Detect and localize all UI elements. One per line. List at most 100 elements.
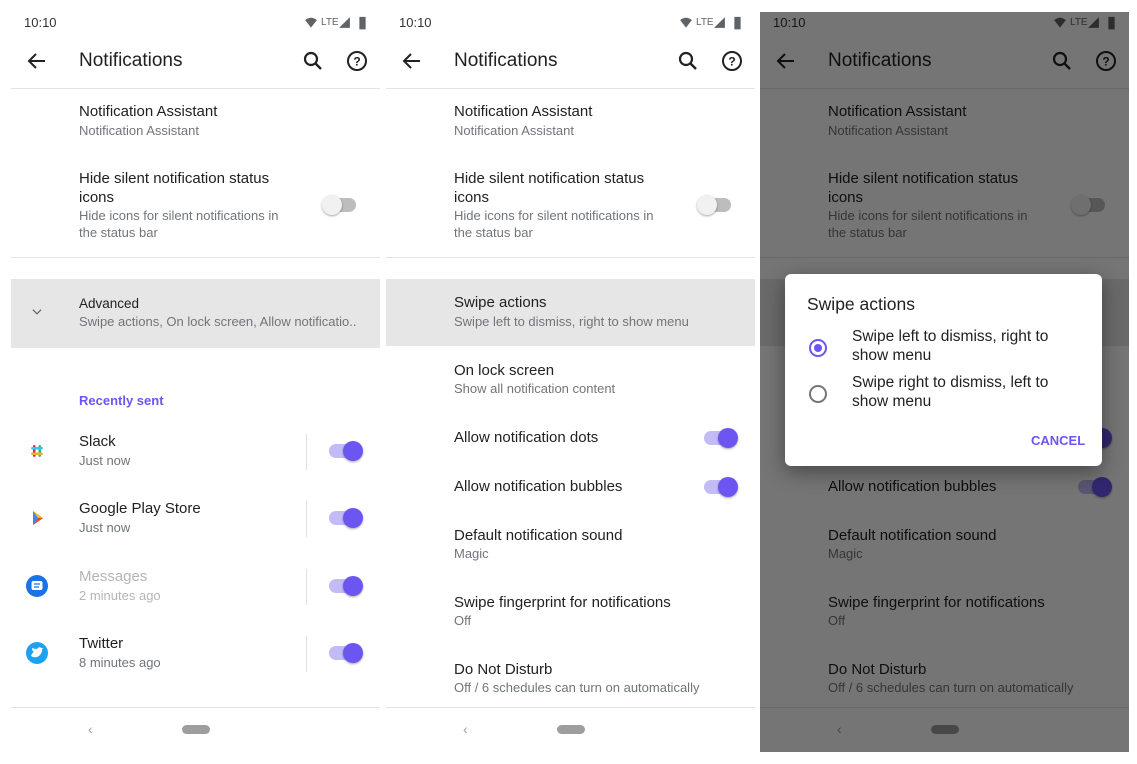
- row-divider: [306, 501, 307, 537]
- help-circle-icon[interactable]: ?: [720, 49, 744, 73]
- svg-text:?: ?: [728, 55, 735, 69]
- app-notification-row[interactable]: [11, 555, 301, 615]
- nav-home-button[interactable]: [557, 725, 585, 734]
- screen-swipe-actions-dialog: 10:10LTENotifications?Notification Assis…: [760, 12, 1129, 752]
- section-divider: [386, 257, 755, 258]
- setting-subtitle: Notification Assistant: [79, 123, 199, 139]
- toggle-thumb: [322, 195, 342, 215]
- hide-silent-toggle[interactable]: [697, 195, 733, 215]
- setting-title: Allow notification dots: [454, 429, 599, 446]
- toolbar-title: Notifications: [79, 49, 183, 71]
- setting-subtitle: Swipe left to dismiss, right to show men…: [454, 314, 689, 330]
- option-text: Swipe right to dismiss, left to: [852, 373, 1049, 391]
- option-text: Swipe left to dismiss, right to: [852, 327, 1049, 345]
- radio-button[interactable]: [809, 385, 827, 403]
- twitter-icon: [25, 641, 49, 665]
- swipe-actions-dialog: Swipe actions Swipe left to dismiss, righ…: [785, 274, 1102, 466]
- setting-title: Notification Assistant: [454, 103, 593, 120]
- setting-title: icons: [454, 189, 490, 206]
- setting-subtitle: Notification Assistant: [454, 123, 574, 139]
- signal-icon: [338, 16, 351, 29]
- cancel-button[interactable]: CANCEL: [1031, 433, 1085, 448]
- signal-icon: [713, 16, 726, 29]
- arrow-left-icon[interactable]: [400, 49, 424, 73]
- navbar-divider: [11, 707, 380, 708]
- option-text: show menu: [852, 346, 932, 364]
- setting-title: icons: [79, 189, 115, 206]
- hide-silent-toggle[interactable]: [322, 195, 358, 215]
- row-divider: [306, 636, 307, 672]
- toggle-thumb: [343, 441, 363, 461]
- toggle-thumb: [697, 195, 717, 215]
- nav-back-button: ‹: [463, 720, 468, 737]
- svg-text:?: ?: [353, 55, 360, 69]
- toggle-thumb: [718, 477, 738, 497]
- toggle-thumb: [343, 643, 363, 663]
- row-divider: [306, 569, 307, 605]
- setting-title: Do Not Disturb: [454, 661, 553, 678]
- setting-subtitle: Magic: [454, 546, 489, 562]
- toolbar-title: Notifications: [454, 49, 558, 71]
- setting-title: Notification Assistant: [79, 103, 218, 120]
- app-last-sent: Just now: [79, 453, 131, 469]
- setting-title: Swipe actions: [454, 294, 547, 311]
- recently-sent-header: Recently sent: [79, 393, 164, 409]
- arrow-left-icon[interactable]: [25, 49, 49, 73]
- app-notification-toggle[interactable]: [327, 508, 363, 528]
- setting-allow-notification-bubbles-toggle[interactable]: [702, 477, 738, 497]
- battery-icon: [355, 15, 370, 30]
- dialog-title: Swipe actions: [807, 293, 915, 314]
- setting-title: Swipe fingerprint for notifications: [454, 594, 671, 611]
- setting-subtitle: Hide icons for silent notifications in: [79, 208, 279, 224]
- setting-subtitle: Off / 6 schedules can turn on automatica…: [454, 680, 700, 696]
- play-store-icon: [25, 506, 49, 530]
- nav-home-button[interactable]: [182, 725, 210, 734]
- app-notification-toggle[interactable]: [327, 643, 363, 663]
- slack-icon: [25, 439, 49, 463]
- toggle-thumb: [343, 576, 363, 596]
- app-notification-toggle[interactable]: [327, 441, 363, 461]
- app-name: Twitter: [79, 635, 124, 652]
- advanced-subtitle: Swipe actions, On lock screen, Allow not…: [79, 314, 357, 330]
- toolbar-divider: [386, 88, 755, 89]
- app-notification-row[interactable]: [11, 487, 301, 547]
- status-time: 10:10: [399, 15, 432, 31]
- messages-icon: [25, 574, 49, 598]
- app-last-sent: 8 minutes ago: [79, 655, 161, 671]
- help-circle-icon[interactable]: ?: [345, 49, 369, 73]
- app-name: Slack: [79, 433, 116, 450]
- advanced-title: Advanced: [79, 295, 140, 311]
- search-icon[interactable]: [676, 49, 700, 73]
- setting-title: Hide silent notification status: [454, 170, 645, 187]
- toggle-thumb: [718, 428, 738, 448]
- setting-title: Hide silent notification status: [79, 170, 270, 187]
- radio-button[interactable]: [809, 339, 827, 357]
- setting-subtitle: Hide icons for silent notifications in: [454, 208, 654, 224]
- network-type-label: LTE: [696, 17, 714, 28]
- screen-notifications-advanced: 10:10 LTE Notifications? Notification Assis…: [386, 0, 755, 764]
- search-icon[interactable]: [301, 49, 325, 73]
- setting-subtitle: the status bar: [79, 225, 158, 241]
- toolbar-divider: [11, 88, 380, 89]
- toggle-thumb: [343, 508, 363, 528]
- chevron-down-icon[interactable]: [30, 305, 44, 319]
- battery-icon: [730, 15, 745, 30]
- navbar-divider: [386, 707, 755, 708]
- app-last-sent: Just now: [79, 520, 131, 536]
- setting-title: Allow notification bubbles: [454, 478, 623, 495]
- app-notification-toggle[interactable]: [327, 576, 363, 596]
- wifi-icon: [304, 16, 318, 30]
- setting-title: Default notification sound: [454, 527, 623, 544]
- network-type-label: LTE: [321, 17, 339, 28]
- screen-notifications-collapsed: 10:10 LTE Notifications? Notification Assis…: [11, 0, 380, 764]
- option-text: show menu: [852, 392, 932, 410]
- setting-allow-notification-dots-toggle[interactable]: [702, 428, 738, 448]
- status-time: 10:10: [24, 15, 57, 31]
- app-name: Google Play Store: [79, 500, 201, 517]
- section-divider: [11, 257, 380, 258]
- app-notification-row[interactable]: [11, 420, 301, 480]
- setting-subtitle: Off: [454, 613, 472, 629]
- wifi-icon: [679, 16, 693, 30]
- app-notification-row[interactable]: [11, 622, 301, 682]
- nav-back-button: ‹: [88, 720, 93, 737]
